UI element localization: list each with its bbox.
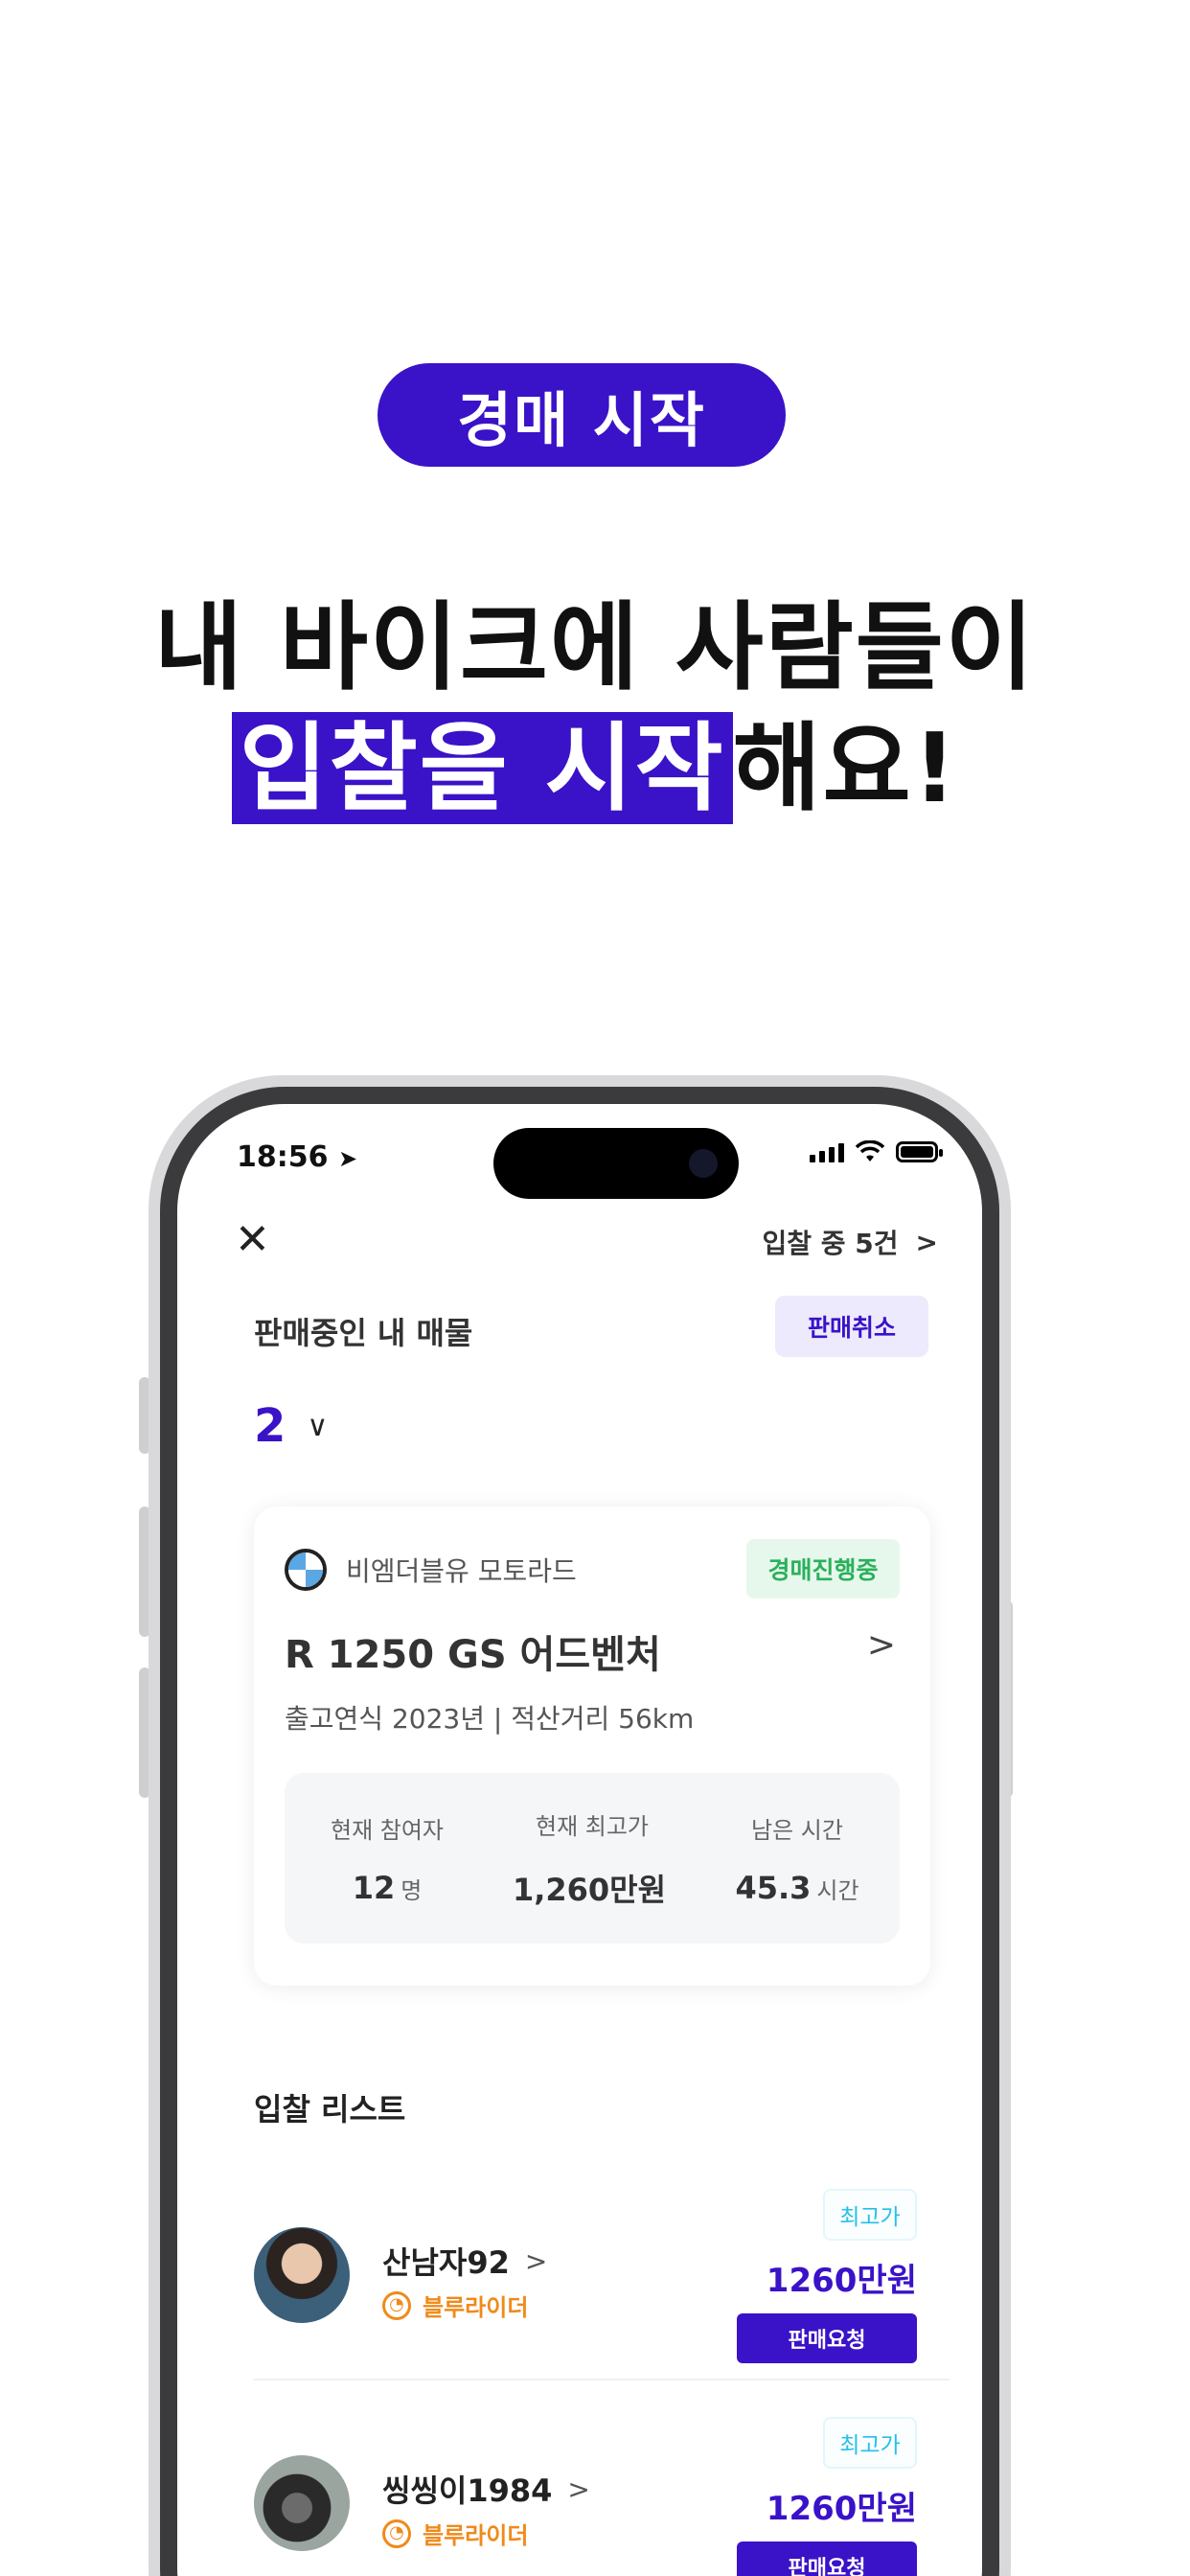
auction-stats: 현재 참여자 12 명 현재 최고가 1,260만원 남은 시간 45.3 시간 bbox=[285, 1773, 900, 1944]
stat-time-left: 남은 시간 45.3 시간 bbox=[701, 1811, 893, 1906]
section-title: 판매중인 내 매물 bbox=[254, 1315, 473, 1351]
stat-top-price: 현재 최고가 1,260만원 bbox=[496, 1807, 688, 1910]
status-time: 18:56 ➤ bbox=[237, 1140, 357, 1174]
location-arrow-icon: ➤ bbox=[337, 1145, 358, 1172]
bike-specs: 출고연식 2023년 | 적산거리 56km bbox=[285, 1703, 695, 1735]
bid-price: 1260만원 bbox=[766, 2490, 917, 2528]
camera-icon bbox=[689, 1149, 718, 1178]
bid-count-text: 입찰 중 5건 bbox=[762, 1228, 899, 1259]
phone-bezel: 18:56 ➤ ✕ 입찰 중 5건 > 판매중인 내 매물 판매취소 2 ∨ 비… bbox=[160, 1087, 999, 2576]
phone-frame: 18:56 ➤ ✕ 입찰 중 5건 > 판매중인 내 매물 판매취소 2 ∨ 비… bbox=[149, 1075, 1011, 2576]
auction-start-badge: 경매 시작 bbox=[378, 363, 786, 467]
bid-list-item: 산남자92 > ◔ 블루라이더 최고가 1260만원 판매요청 bbox=[254, 2189, 950, 2380]
bidder-name-link[interactable]: 산남자92 > bbox=[382, 2239, 547, 2283]
bid-count-link[interactable]: 입찰 중 5건 > bbox=[763, 1223, 939, 1261]
bidder-name-link[interactable]: 씽씽이1984 > bbox=[382, 2467, 590, 2511]
top-price-badge: 최고가 bbox=[823, 2417, 917, 2469]
stat-value: 45.3 시간 bbox=[735, 1869, 859, 1906]
bmw-logo-icon bbox=[285, 1549, 327, 1591]
status-icons bbox=[810, 1140, 943, 1163]
bid-list-item: 씽씽이1984 > ◔ 블루라이더 최고가 1260만원 판매요청 bbox=[254, 2417, 950, 2576]
bidder-tier: ◔ 블루라이더 bbox=[382, 2288, 528, 2322]
chevron-right-icon[interactable]: > bbox=[867, 1625, 896, 1665]
stat-participants: 현재 참여자 12 명 bbox=[291, 1811, 483, 1906]
bidder-tier: ◔ 블루라이더 bbox=[382, 2517, 528, 2550]
chevron-right-icon: > bbox=[567, 2472, 590, 2505]
avatar[interactable] bbox=[254, 2227, 350, 2323]
headline-highlight: 입찰을 시작 bbox=[231, 712, 733, 824]
status-time-text: 18:56 bbox=[237, 1140, 329, 1174]
dynamic-island bbox=[493, 1128, 739, 1199]
sell-request-button[interactable]: 판매요청 bbox=[737, 2313, 917, 2363]
top-price-badge: 최고가 bbox=[823, 2189, 917, 2241]
sell-request-button[interactable]: 판매요청 bbox=[737, 2542, 917, 2576]
listing-count: 2 bbox=[254, 1399, 286, 1453]
listing-card[interactable]: 비엠더블유 모토라드 경매진행중 R 1250 GS 어드벤처 > 출고연식 2… bbox=[254, 1506, 930, 1986]
status-badge: 경매진행중 bbox=[746, 1539, 900, 1598]
cancel-sale-button[interactable]: 판매취소 bbox=[775, 1296, 928, 1357]
close-icon[interactable]: ✕ bbox=[235, 1219, 270, 1261]
headline-line2: 입찰을 시작해요! bbox=[0, 710, 1190, 827]
avatar[interactable] bbox=[254, 2455, 350, 2551]
stat-label: 현재 참여자 bbox=[330, 1816, 445, 1844]
cellular-signal-icon bbox=[810, 1141, 844, 1162]
bid-price: 1260만원 bbox=[766, 2262, 917, 2300]
chevron-down-icon: ∨ bbox=[307, 1409, 329, 1443]
bidder-name: 산남자92 bbox=[382, 2244, 510, 2281]
chevron-right-icon: > bbox=[915, 1226, 938, 1258]
stat-value: 1,260만원 bbox=[512, 1871, 667, 1908]
brand-row: 비엠더블유 모토라드 bbox=[285, 1549, 577, 1591]
model-name: R 1250 GS 어드벤처 bbox=[285, 1633, 661, 1677]
phone-screen: 18:56 ➤ ✕ 입찰 중 5건 > 판매중인 내 매물 판매취소 2 ∨ 비… bbox=[177, 1104, 982, 2576]
wifi-icon bbox=[856, 1140, 884, 1162]
helmet-icon: ◔ bbox=[382, 2290, 411, 2320]
stat-value: 12 명 bbox=[352, 1869, 423, 1906]
headline-line1: 내 바이크에 사람들이 bbox=[154, 591, 1036, 703]
headline: 내 바이크에 사람들이 입찰을 시작해요! bbox=[0, 589, 1190, 827]
helmet-icon: ◔ bbox=[382, 2518, 411, 2548]
bid-list-title: 입찰 리스트 bbox=[254, 2091, 406, 2128]
chevron-right-icon: > bbox=[524, 2244, 548, 2277]
headline-rest: 해요! bbox=[732, 712, 959, 824]
bidder-name: 씽씽이1984 bbox=[382, 2472, 553, 2509]
tier-label: 블루라이더 bbox=[423, 2294, 529, 2321]
brand-name: 비엠더블유 모토라드 bbox=[346, 1555, 577, 1587]
stat-label: 남은 시간 bbox=[751, 1816, 843, 1844]
tier-label: 블루라이더 bbox=[423, 2522, 529, 2549]
stat-label: 현재 최고가 bbox=[535, 1812, 650, 1840]
listing-count-dropdown[interactable]: 2 ∨ bbox=[254, 1399, 328, 1453]
battery-icon bbox=[896, 1141, 943, 1162]
